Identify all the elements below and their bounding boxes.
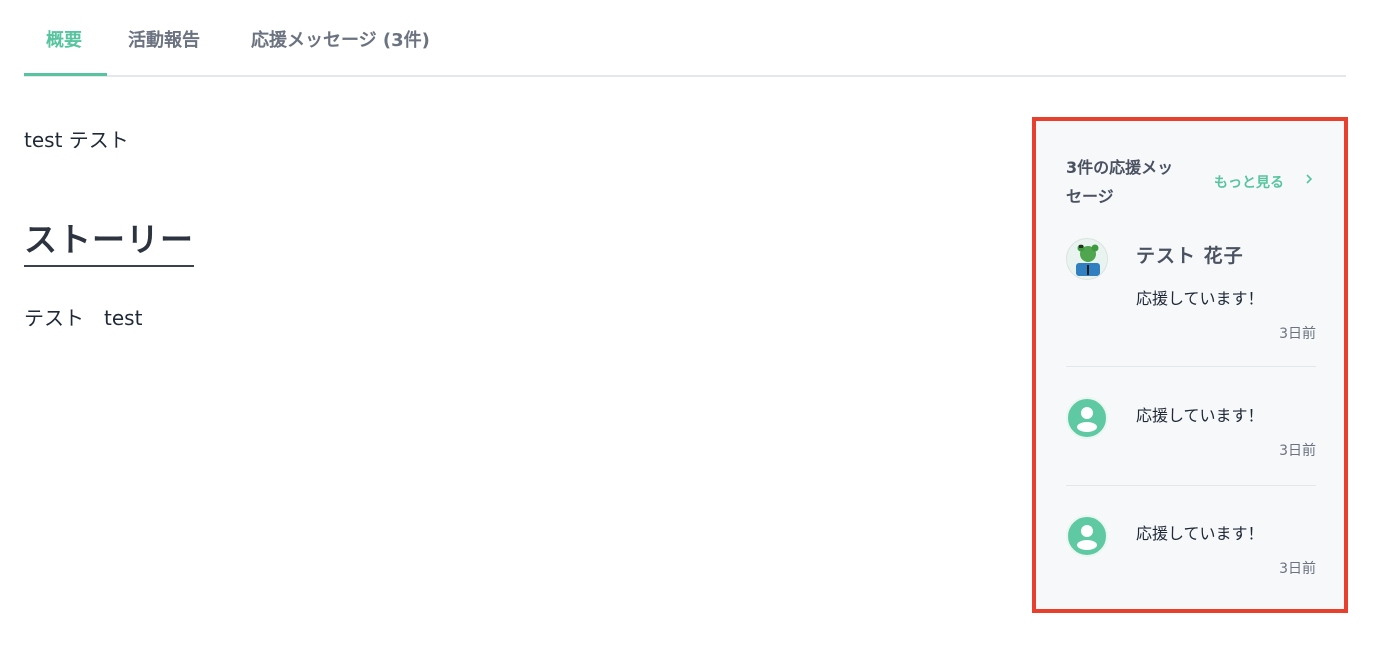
message-item: 応援しています！ 3日前 — [1066, 393, 1316, 459]
user-avatar[interactable] — [1066, 238, 1108, 280]
see-more-link[interactable]: もっと見る — [1214, 172, 1284, 192]
tab-bar: 概要 活動報告 応援メッセージ (3件) — [24, 0, 1346, 77]
story-heading: ストーリー — [24, 213, 194, 267]
project-summary: test テスト — [24, 128, 129, 152]
default-user-avatar-icon[interactable] — [1066, 397, 1108, 439]
tab-activity-reports[interactable]: 活動報告 — [128, 26, 200, 52]
project-page: 概要 活動報告 応援メッセージ (3件) test テスト ストーリー テスト … — [0, 0, 1374, 664]
panel-title-line2: セージ — [1066, 187, 1114, 206]
message-divider — [1066, 366, 1316, 367]
default-user-avatar-icon[interactable] — [1066, 515, 1108, 557]
tab-overview[interactable]: 概要 — [46, 26, 82, 52]
support-messages-panel: 3件の応援メッ セージ もっと見る テスト 花子 応援しています！ 3日前 応援… — [1032, 117, 1348, 613]
panel-title-line1: 3件の応援メッ — [1066, 158, 1174, 177]
message-text: 応援しています！ — [1136, 406, 1264, 425]
message-time: 3日前 — [1279, 443, 1316, 459]
message-time: 3日前 — [1279, 561, 1316, 577]
message-text: 応援しています！ — [1136, 524, 1264, 543]
message-text: 応援しています！ — [1136, 289, 1264, 308]
message-time: 3日前 — [1279, 326, 1316, 342]
panel-title: 3件の応援メッ セージ — [1066, 153, 1186, 211]
message-item: テスト 花子 応援しています！ 3日前 — [1066, 235, 1316, 342]
message-divider — [1066, 485, 1316, 486]
chevron-right-icon[interactable] — [1304, 172, 1314, 190]
story-body: テスト test — [24, 306, 143, 330]
message-author-name: テスト 花子 — [1136, 245, 1244, 267]
tab-support-messages[interactable]: 応援メッセージ (3件) — [251, 26, 430, 52]
active-tab-indicator — [24, 73, 107, 76]
message-item: 応援しています！ 3日前 — [1066, 511, 1316, 577]
